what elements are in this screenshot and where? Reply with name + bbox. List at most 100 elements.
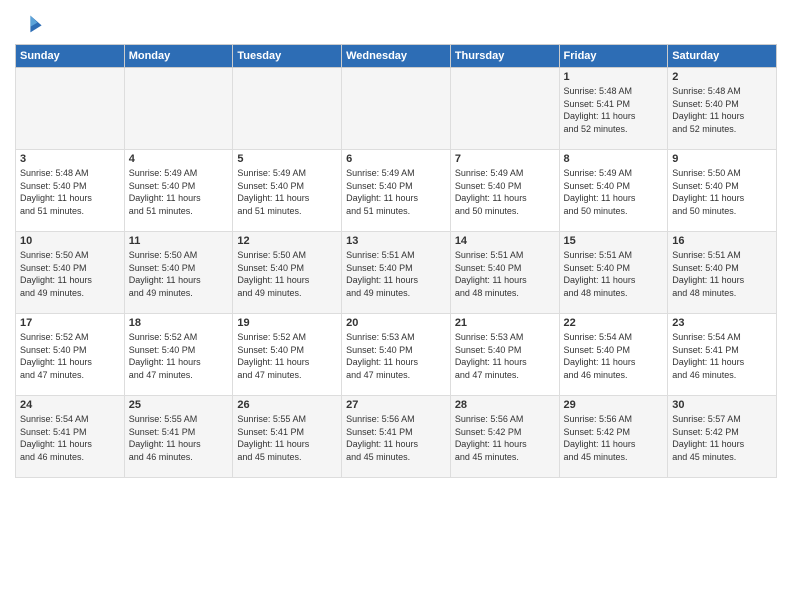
calendar-cell: 5Sunrise: 5:49 AM Sunset: 5:40 PM Daylig…	[233, 150, 342, 232]
day-number: 27	[346, 399, 446, 411]
calendar-cell: 19 Sunrise: 5:52 AM Sunset: 5:40 PM Dayli…	[233, 314, 342, 396]
day-header-friday: Friday	[559, 45, 668, 68]
day-number: 19	[237, 317, 337, 329]
calendar-cell: 14 Sunrise: 5:51 AM Sunset: 5:40 PM Dayli…	[450, 232, 559, 314]
day-header-monday: Monday	[124, 45, 233, 68]
day-number: 16	[672, 235, 772, 247]
day-info: Sunrise: 5:51 AM Sunset: 5:40 PM Dayligh…	[455, 249, 555, 299]
calendar-cell: 12 Sunrise: 5:50 AM Sunset: 5:40 PM Dayli…	[233, 232, 342, 314]
calendar-cell: 15Sunrise: 5:51 AM Sunset: 5:40 PM Dayli…	[559, 232, 668, 314]
day-info: Sunrise: 5:57 AM Sunset: 5:42 PM Dayligh…	[672, 413, 772, 463]
day-number: 24	[20, 399, 120, 411]
day-info: Sunrise: 5:56 AM Sunset: 5:42 PM Dayligh…	[455, 413, 555, 463]
calendar-cell: 2Sunrise: 5:48 AM Sunset: 5:40 PM Daylig…	[668, 68, 777, 150]
day-info: Sunrise: 5:48 AM Sunset: 5:40 PM Dayligh…	[20, 167, 120, 217]
calendar-cell: 27 Sunrise: 5:56 AM Sunset: 5:41 PM Dayli…	[342, 396, 451, 478]
calendar-cell: 21 Sunrise: 5:53 AM Sunset: 5:40 PM Dayli…	[450, 314, 559, 396]
day-number: 7	[455, 153, 555, 165]
calendar-cell: 8 Sunrise: 5:49 AM Sunset: 5:40 PM Daylig…	[559, 150, 668, 232]
calendar-cell: 7 Sunrise: 5:49 AM Sunset: 5:40 PM Daylig…	[450, 150, 559, 232]
day-info: Sunrise: 5:54 AM Sunset: 5:41 PM Dayligh…	[20, 413, 120, 463]
calendar-cell: 26 Sunrise: 5:55 AM Sunset: 5:41 PM Dayli…	[233, 396, 342, 478]
calendar-cell	[124, 68, 233, 150]
day-header-wednesday: Wednesday	[342, 45, 451, 68]
calendar-cell: 4Sunrise: 5:49 AM Sunset: 5:40 PM Daylig…	[124, 150, 233, 232]
day-info: Sunrise: 5:52 AM Sunset: 5:40 PM Dayligh…	[237, 331, 337, 381]
day-header-sunday: Sunday	[16, 45, 125, 68]
calendar-cell: 6 Sunrise: 5:49 AM Sunset: 5:40 PM Daylig…	[342, 150, 451, 232]
day-info: Sunrise: 5:52 AM Sunset: 5:40 PM Dayligh…	[129, 331, 229, 381]
week-row-2: 10 Sunrise: 5:50 AM Sunset: 5:40 PM Dayli…	[16, 232, 777, 314]
page: SundayMondayTuesdayWednesdayThursdayFrid…	[0, 0, 792, 488]
day-info: Sunrise: 5:49 AM Sunset: 5:40 PM Dayligh…	[129, 167, 229, 217]
day-number: 30	[672, 399, 772, 411]
day-number: 11	[129, 235, 229, 247]
day-number: 14	[455, 235, 555, 247]
logo-icon	[15, 10, 43, 38]
day-info: Sunrise: 5:50 AM Sunset: 5:40 PM Dayligh…	[20, 249, 120, 299]
week-row-4: 24 Sunrise: 5:54 AM Sunset: 5:41 PM Dayli…	[16, 396, 777, 478]
day-number: 22	[564, 317, 664, 329]
calendar-cell: 28Sunrise: 5:56 AM Sunset: 5:42 PM Dayli…	[450, 396, 559, 478]
day-header-thursday: Thursday	[450, 45, 559, 68]
day-info: Sunrise: 5:51 AM Sunset: 5:40 PM Dayligh…	[672, 249, 772, 299]
day-number: 25	[129, 399, 229, 411]
logo	[15, 10, 47, 38]
day-info: Sunrise: 5:51 AM Sunset: 5:40 PM Dayligh…	[346, 249, 446, 299]
day-info: Sunrise: 5:56 AM Sunset: 5:42 PM Dayligh…	[564, 413, 664, 463]
calendar-cell	[342, 68, 451, 150]
day-header-saturday: Saturday	[668, 45, 777, 68]
day-info: Sunrise: 5:50 AM Sunset: 5:40 PM Dayligh…	[237, 249, 337, 299]
day-info: Sunrise: 5:49 AM Sunset: 5:40 PM Dayligh…	[455, 167, 555, 217]
day-info: Sunrise: 5:49 AM Sunset: 5:40 PM Dayligh…	[564, 167, 664, 217]
calendar-cell: 30 Sunrise: 5:57 AM Sunset: 5:42 PM Dayli…	[668, 396, 777, 478]
calendar-cell: 20 Sunrise: 5:53 AM Sunset: 5:40 PM Dayli…	[342, 314, 451, 396]
calendar-cell: 22Sunrise: 5:54 AM Sunset: 5:40 PM Dayli…	[559, 314, 668, 396]
header	[15, 10, 777, 38]
day-info: Sunrise: 5:55 AM Sunset: 5:41 PM Dayligh…	[237, 413, 337, 463]
day-number: 8	[564, 153, 664, 165]
day-number: 3	[20, 153, 120, 165]
day-number: 26	[237, 399, 337, 411]
calendar-body: 1 Sunrise: 5:48 AM Sunset: 5:41 PM Daylig…	[16, 68, 777, 478]
calendar-cell: 17Sunrise: 5:52 AM Sunset: 5:40 PM Dayli…	[16, 314, 125, 396]
day-info: Sunrise: 5:55 AM Sunset: 5:41 PM Dayligh…	[129, 413, 229, 463]
calendar-cell: 23 Sunrise: 5:54 AM Sunset: 5:41 PM Dayli…	[668, 314, 777, 396]
calendar-cell: 1 Sunrise: 5:48 AM Sunset: 5:41 PM Daylig…	[559, 68, 668, 150]
day-number: 29	[564, 399, 664, 411]
calendar-cell: 16 Sunrise: 5:51 AM Sunset: 5:40 PM Dayli…	[668, 232, 777, 314]
calendar-cell	[450, 68, 559, 150]
day-info: Sunrise: 5:56 AM Sunset: 5:41 PM Dayligh…	[346, 413, 446, 463]
day-info: Sunrise: 5:49 AM Sunset: 5:40 PM Dayligh…	[346, 167, 446, 217]
calendar-cell: 25 Sunrise: 5:55 AM Sunset: 5:41 PM Dayli…	[124, 396, 233, 478]
calendar-table: SundayMondayTuesdayWednesdayThursdayFrid…	[15, 44, 777, 478]
calendar-cell: 18 Sunrise: 5:52 AM Sunset: 5:40 PM Dayli…	[124, 314, 233, 396]
calendar-cell	[233, 68, 342, 150]
day-number: 10	[20, 235, 120, 247]
day-number: 6	[346, 153, 446, 165]
day-info: Sunrise: 5:48 AM Sunset: 5:41 PM Dayligh…	[564, 85, 664, 135]
day-number: 20	[346, 317, 446, 329]
day-number: 9	[672, 153, 772, 165]
day-info: Sunrise: 5:49 AM Sunset: 5:40 PM Dayligh…	[237, 167, 337, 217]
day-number: 12	[237, 235, 337, 247]
day-number: 13	[346, 235, 446, 247]
calendar-cell: 10 Sunrise: 5:50 AM Sunset: 5:40 PM Dayli…	[16, 232, 125, 314]
day-info: Sunrise: 5:53 AM Sunset: 5:40 PM Dayligh…	[455, 331, 555, 381]
week-row-0: 1 Sunrise: 5:48 AM Sunset: 5:41 PM Daylig…	[16, 68, 777, 150]
day-info: Sunrise: 5:52 AM Sunset: 5:40 PM Dayligh…	[20, 331, 120, 381]
day-info: Sunrise: 5:54 AM Sunset: 5:41 PM Dayligh…	[672, 331, 772, 381]
week-row-1: 3 Sunrise: 5:48 AM Sunset: 5:40 PM Daylig…	[16, 150, 777, 232]
day-header-tuesday: Tuesday	[233, 45, 342, 68]
day-number: 21	[455, 317, 555, 329]
day-number: 1	[564, 71, 664, 83]
calendar-cell: 13 Sunrise: 5:51 AM Sunset: 5:40 PM Dayli…	[342, 232, 451, 314]
calendar-cell: 11 Sunrise: 5:50 AM Sunset: 5:40 PM Dayli…	[124, 232, 233, 314]
day-number: 23	[672, 317, 772, 329]
day-info: Sunrise: 5:53 AM Sunset: 5:40 PM Dayligh…	[346, 331, 446, 381]
header-row: SundayMondayTuesdayWednesdayThursdayFrid…	[16, 45, 777, 68]
day-number: 18	[129, 317, 229, 329]
day-info: Sunrise: 5:50 AM Sunset: 5:40 PM Dayligh…	[672, 167, 772, 217]
day-info: Sunrise: 5:50 AM Sunset: 5:40 PM Dayligh…	[129, 249, 229, 299]
calendar-cell: 29 Sunrise: 5:56 AM Sunset: 5:42 PM Dayli…	[559, 396, 668, 478]
